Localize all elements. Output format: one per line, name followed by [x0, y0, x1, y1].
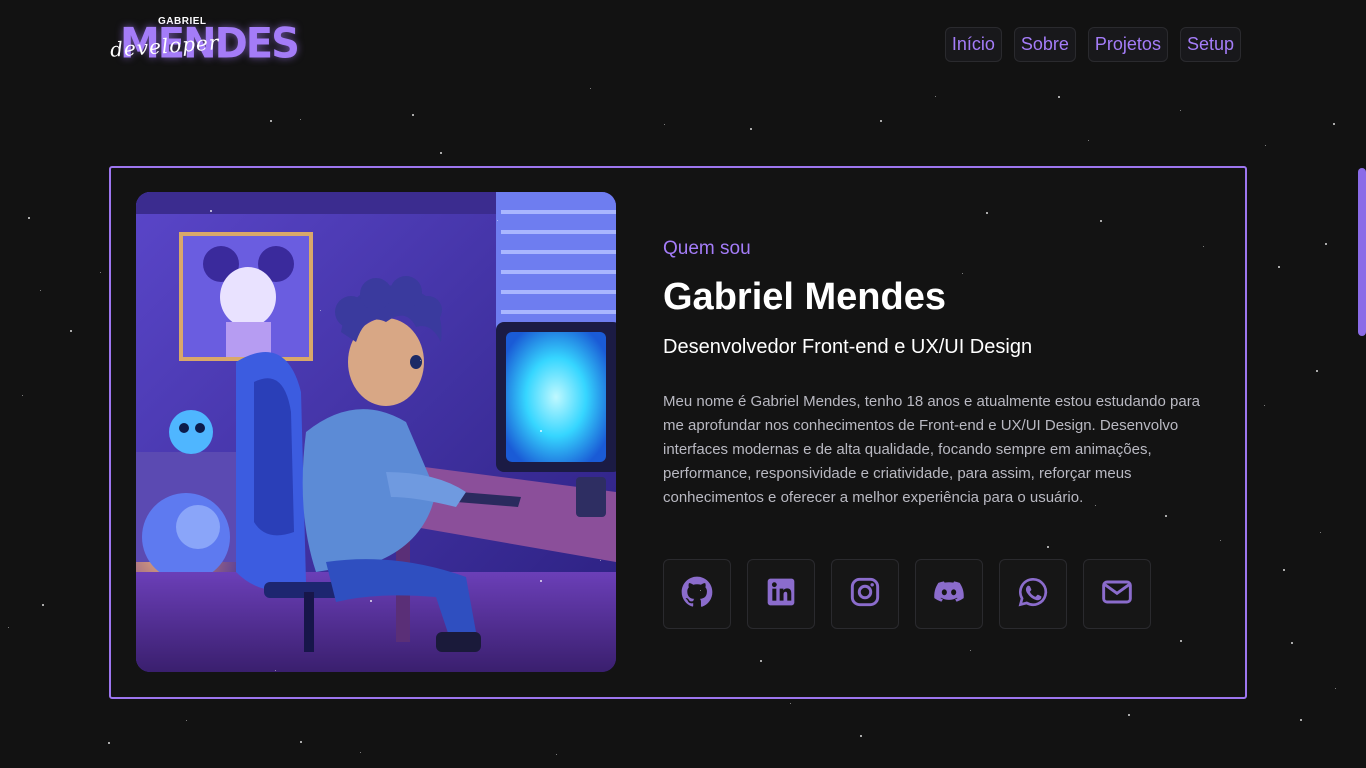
github-icon	[681, 576, 713, 613]
email-icon	[1101, 576, 1133, 613]
nav-item-sobre[interactable]: Sobre	[1013, 27, 1076, 62]
linkedin-link[interactable]	[747, 559, 815, 629]
discord-icon	[933, 576, 965, 613]
nav-item-projetos[interactable]: Projetos	[1087, 27, 1168, 62]
profile-name: Gabriel Mendes	[663, 276, 946, 318]
instagram-link[interactable]	[831, 559, 899, 629]
profile-bio: Meu nome é Gabriel Mendes, tenho 18 anos…	[663, 393, 1201, 506]
scrollbar-thumb[interactable]	[1358, 168, 1366, 336]
profile-illustration	[136, 192, 616, 672]
nav-item-setup[interactable]: Setup	[1179, 27, 1241, 62]
profile-role: Desenvolvedor Front-end e UX/UI Design	[663, 336, 1033, 358]
nav-item-inicio[interactable]: Início	[944, 27, 1002, 62]
linkedin-icon	[765, 576, 797, 613]
social-links	[663, 559, 1151, 629]
section-kicker: Quem sou	[663, 238, 751, 259]
github-link[interactable]	[663, 559, 731, 629]
logo[interactable]: GABRIEL MENDES developer	[109, 16, 300, 70]
discord-link[interactable]	[915, 559, 983, 629]
page: GABRIEL MENDES developer Início Sobre Pr…	[0, 0, 1366, 768]
about-card: Quem sou Gabriel Mendes Desenvolvedor Fr…	[109, 166, 1247, 699]
email-link[interactable]	[1083, 559, 1151, 629]
instagram-icon	[849, 576, 881, 613]
whatsapp-icon	[1017, 576, 1049, 613]
whatsapp-link[interactable]	[999, 559, 1067, 629]
main-nav: Início Sobre Projetos Setup	[944, 27, 1241, 62]
